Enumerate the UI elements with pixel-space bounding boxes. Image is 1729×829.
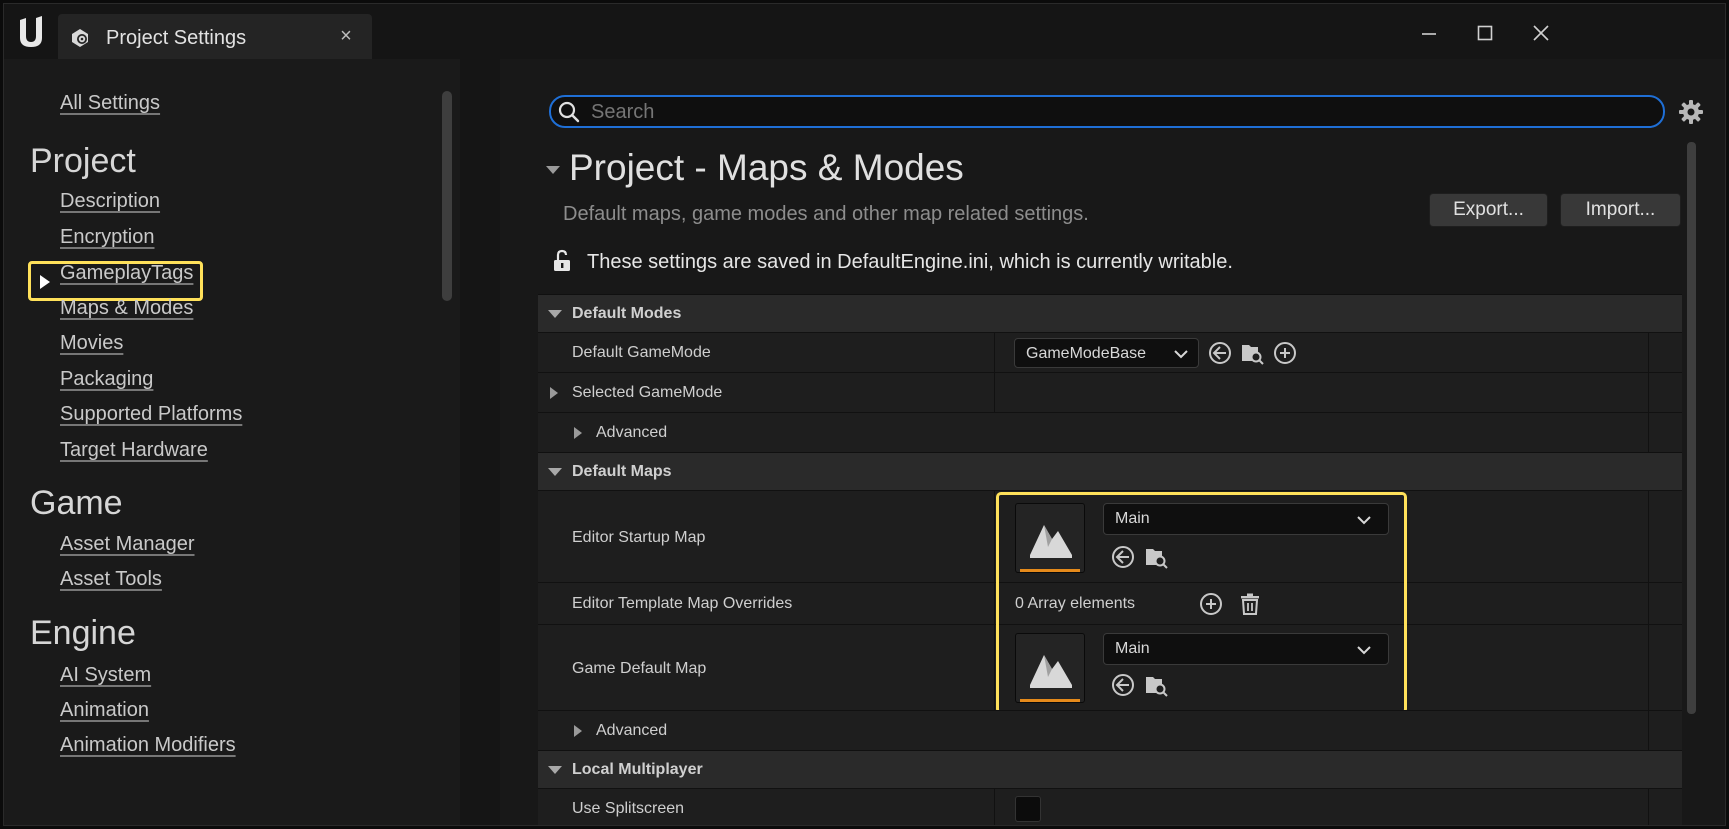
property-label: Game Default Map (572, 660, 707, 677)
property-label: Selected GameMode (572, 384, 723, 401)
column-divider (994, 583, 995, 624)
gamemode-dropdown[interactable]: GameModeBase (1014, 338, 1199, 368)
row-use-splitscreen: Use Splitscreen (538, 788, 1682, 825)
sidebar-item-ai-system[interactable]: AI System (60, 664, 151, 687)
column-divider (1648, 373, 1649, 412)
collapse-caret-icon (548, 766, 562, 774)
column-divider (994, 625, 995, 710)
section-default-maps[interactable]: Default Maps (538, 452, 1682, 490)
column-divider (1648, 789, 1649, 825)
column-divider (1648, 583, 1649, 624)
collapse-caret-icon (548, 468, 562, 476)
column-divider (994, 333, 995, 372)
search-input[interactable] (591, 100, 1651, 124)
section-local-multiplayer[interactable]: Local Multiplayer (538, 750, 1682, 788)
advanced-label: Advanced (596, 424, 668, 441)
add-icon[interactable] (1273, 341, 1297, 365)
export-button[interactable]: Export... (1429, 193, 1548, 227)
panel-splitter[interactable] (460, 59, 500, 825)
expand-arrow-icon[interactable] (574, 427, 582, 439)
property-label: Default GameMode (572, 344, 711, 361)
sidebar-item-maps-modes[interactable]: Maps & Modes (60, 297, 193, 320)
sidebar-item-movies[interactable]: Movies (60, 332, 123, 355)
maximize-icon[interactable] (1470, 18, 1500, 48)
sidebar-scrollbar[interactable] (442, 91, 452, 301)
page-title: Project - Maps & Modes (569, 147, 964, 188)
chevron-down-icon (1174, 350, 1188, 359)
use-selected-arrow-icon[interactable] (1208, 341, 1232, 365)
property-label: Editor Startup Map (572, 529, 706, 546)
title-bar: Project Settings × (4, 4, 1725, 60)
collapse-caret-icon (548, 310, 562, 318)
details-scrollbar[interactable] (1687, 142, 1696, 714)
use-splitscreen-checkbox[interactable] (1015, 796, 1041, 822)
minimize-icon[interactable] (1414, 18, 1444, 48)
section-default-modes[interactable]: Default Modes (538, 294, 1682, 332)
sidebar-item-animation[interactable]: Animation (60, 699, 149, 722)
column-divider (1648, 413, 1649, 452)
maps-highlight (996, 492, 1407, 714)
row-default-gamemode: Default GameMode GameModeBase (538, 332, 1682, 372)
close-window-icon[interactable] (1526, 18, 1556, 48)
close-tab-icon[interactable]: × (335, 25, 357, 48)
section-label: Default Maps (572, 463, 672, 480)
column-divider (994, 789, 995, 825)
column-divider (1648, 711, 1649, 750)
unreal-engine-logo-icon (20, 16, 42, 47)
section-label: Local Multiplayer (572, 761, 703, 778)
gear-icon[interactable] (1678, 99, 1704, 125)
property-label: Editor Template Map Overrides (572, 595, 793, 612)
settings-cog-box-icon (72, 29, 88, 47)
category-game: Game (30, 484, 123, 522)
sidebar-item-asset-tools[interactable]: Asset Tools (60, 568, 162, 591)
dropdown-value: GameModeBase (1026, 345, 1147, 362)
unlocked-icon (554, 249, 570, 271)
tab-title: Project Settings (106, 27, 247, 49)
column-divider (1648, 625, 1649, 710)
column-divider (994, 491, 995, 582)
selected-arrow-icon (40, 275, 50, 289)
sidebar-all-settings[interactable]: All Settings (60, 92, 160, 115)
section-label: Default Modes (572, 305, 682, 322)
expand-arrow-icon[interactable] (550, 387, 558, 399)
page-description: Default maps, game modes and other map r… (563, 203, 1089, 225)
category-engine: Engine (30, 614, 136, 652)
row-selected-gamemode[interactable]: Selected GameMode (538, 372, 1682, 412)
sidebar-item-target-hardware[interactable]: Target Hardware (60, 439, 208, 462)
search-box[interactable] (549, 95, 1665, 128)
selected-item-highlight (28, 261, 203, 301)
row-advanced-maps[interactable]: Advanced (538, 710, 1682, 750)
collapse-page-icon[interactable] (546, 166, 560, 174)
property-label: Use Splitscreen (572, 800, 685, 817)
sidebar-item-supported-platforms[interactable]: Supported Platforms (60, 403, 242, 426)
browse-folder-icon[interactable] (1240, 341, 1264, 365)
expand-arrow-icon[interactable] (574, 725, 582, 737)
config-notice: These settings are saved in DefaultEngin… (587, 251, 1233, 273)
sidebar-item-animation-modifiers[interactable]: Animation Modifiers (60, 734, 236, 757)
import-button[interactable]: Import... (1560, 193, 1681, 227)
advanced-label: Advanced (596, 722, 668, 739)
row-advanced-modes[interactable]: Advanced (538, 412, 1682, 452)
column-divider (1648, 333, 1649, 372)
search-icon (558, 101, 580, 123)
sidebar-item-asset-manager[interactable]: Asset Manager (60, 533, 195, 556)
project-settings-window: Project Settings × All Settings Project … (3, 3, 1726, 826)
category-project: Project (30, 142, 136, 180)
project-settings-tab[interactable]: Project Settings × (58, 14, 372, 60)
sidebar-item-encryption[interactable]: Encryption (60, 226, 155, 249)
sidebar-item-description[interactable]: Description (60, 190, 160, 213)
column-divider (1648, 491, 1649, 582)
column-divider (994, 373, 995, 412)
sidebar-item-packaging[interactable]: Packaging (60, 368, 153, 391)
